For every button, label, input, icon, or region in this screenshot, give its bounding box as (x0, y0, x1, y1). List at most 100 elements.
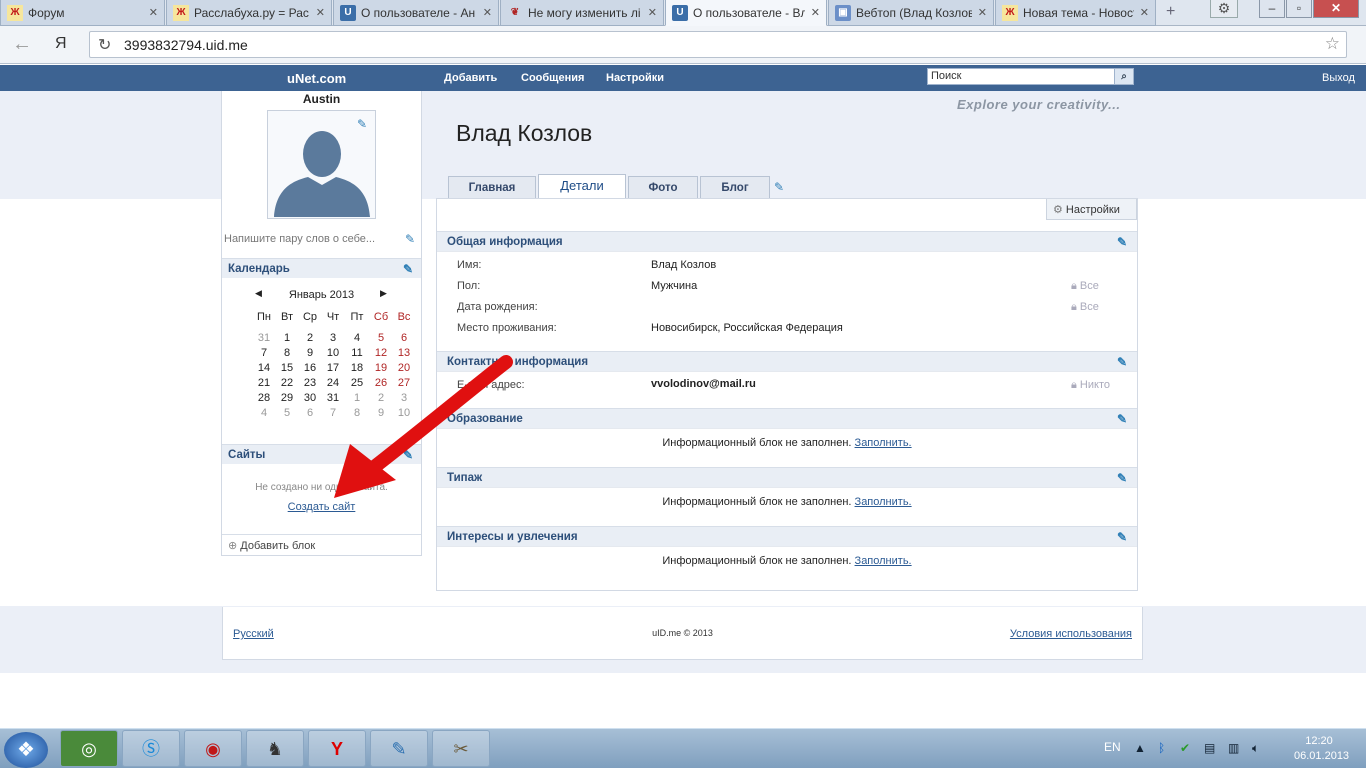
calendar-day[interactable]: 9 (299, 347, 321, 359)
browser-settings-gear-icon[interactable]: ⚙ (1210, 0, 1238, 18)
security-icon[interactable]: ✔ (1180, 741, 1190, 755)
calendar-day[interactable]: 3 (393, 392, 415, 404)
language-indicator[interactable]: EN (1104, 740, 1121, 754)
close-icon[interactable]: ✕ (477, 6, 492, 19)
address-bar[interactable]: ↻ 3993832794.uid.me ☆ (89, 31, 1347, 58)
calendar-day[interactable]: 14 (253, 362, 275, 374)
calendar-day[interactable]: 4 (346, 332, 368, 344)
url-text[interactable]: 3993832794.uid.me (124, 37, 248, 53)
status-input[interactable]: Напишите пару слов о себе... (224, 233, 375, 245)
calendar-day[interactable]: 15 (276, 362, 298, 374)
browser-tab[interactable]: Ж Форум ✕ (0, 0, 165, 26)
calendar-day[interactable]: 6 (393, 332, 415, 344)
calendar-day[interactable]: 10 (393, 407, 415, 419)
edit-contact-pencil-icon[interactable]: ✎ (1117, 356, 1129, 368)
close-icon[interactable]: ✕ (143, 6, 158, 19)
nav-add-link[interactable]: Добавить (444, 72, 497, 84)
fill-education-link[interactable]: Заполнить. (855, 437, 912, 449)
start-button[interactable]: ❖ (4, 732, 48, 768)
avatar[interactable]: ✎ (267, 110, 376, 219)
close-icon[interactable]: ✕ (642, 6, 657, 19)
calendar-day[interactable]: 6 (299, 407, 321, 419)
calendar-day[interactable]: 12 (370, 347, 392, 359)
close-icon[interactable]: ✕ (972, 6, 987, 19)
calendar-day[interactable]: 16 (299, 362, 321, 374)
calendar-day[interactable]: 17 (322, 362, 344, 374)
nav-settings-link[interactable]: Настройки (606, 72, 664, 84)
calendar-day[interactable]: 31 (322, 392, 344, 404)
yandex-icon[interactable]: Я (55, 35, 67, 53)
calendar-day[interactable]: 3 (322, 332, 344, 344)
calendar-day[interactable]: 24 (322, 377, 344, 389)
calendar-day[interactable]: 4 (253, 407, 275, 419)
calendar-day[interactable]: 8 (276, 347, 298, 359)
calendar-day[interactable]: 10 (322, 347, 344, 359)
browser-tab[interactable]: Ж Новая тема - Новост ✕ (995, 0, 1156, 26)
skype-icon[interactable]: Ⓢ (122, 730, 180, 767)
calendar-day[interactable]: 18 (346, 362, 368, 374)
tray-expand-icon[interactable]: ▲ (1134, 741, 1146, 755)
calendar-day[interactable]: 8 (346, 407, 368, 419)
gender-privacy[interactable]: 🔒︎ Все (1071, 280, 1099, 293)
calendar-day[interactable]: 19 (370, 362, 392, 374)
calendar-day[interactable]: 20 (393, 362, 415, 374)
site-brand-link[interactable]: uNet.com (287, 71, 346, 86)
browser-tab[interactable]: ❦ Не могу изменить лі ✕ (500, 0, 664, 26)
tab-photo[interactable]: Фото (628, 176, 698, 199)
edit-sites-pencil-icon[interactable]: ✎ (403, 449, 415, 461)
add-block-button[interactable]: ⊕ Добавить блок (222, 534, 421, 556)
calendar-day[interactable]: 5 (276, 407, 298, 419)
birthdate-privacy[interactable]: 🔒︎ Все (1071, 301, 1099, 314)
close-icon[interactable]: ✕ (805, 6, 820, 19)
counter-strike-icon[interactable]: ♞ (246, 730, 304, 767)
calendar-day[interactable]: 25 (346, 377, 368, 389)
browser-tab[interactable]: ▣ Вебтоп (Влад Козлов ✕ (828, 0, 994, 26)
calendar-day[interactable]: 27 (393, 377, 415, 389)
edit-general-pencil-icon[interactable]: ✎ (1117, 236, 1129, 248)
close-icon[interactable]: ✕ (1134, 6, 1149, 19)
bookmark-star-icon[interactable]: ☆ (1325, 34, 1340, 54)
email-privacy[interactable]: 🔒︎ Никто (1071, 379, 1110, 392)
network-icon[interactable]: ▤ (1204, 741, 1215, 755)
nav-messages-link[interactable]: Сообщения (521, 72, 584, 84)
calendar-day[interactable]: 28 (253, 392, 275, 404)
calendar-day[interactable]: 13 (393, 347, 415, 359)
back-arrow-icon[interactable]: ← (12, 33, 32, 56)
reload-icon[interactable]: ↻ (98, 35, 111, 55)
calendar-day[interactable]: 23 (299, 377, 321, 389)
browser-tab[interactable]: U О пользователе - Ан ✕ (333, 0, 499, 26)
calendar-day[interactable]: 11 (346, 347, 368, 359)
calendar-day[interactable]: 29 (276, 392, 298, 404)
gimp-icon[interactable]: ✂ (432, 730, 490, 767)
volume-icon[interactable]: 🔈︎ (1252, 741, 1259, 756)
device-icon[interactable]: ▥ (1228, 741, 1239, 755)
tab-details[interactable]: Детали (538, 174, 626, 198)
logout-link[interactable]: Выход (1322, 72, 1355, 84)
calendar-day[interactable]: 30 (299, 392, 321, 404)
calendar-day[interactable]: 22 (276, 377, 298, 389)
calendar-day[interactable]: 26 (370, 377, 392, 389)
tab-main[interactable]: Главная (448, 176, 536, 199)
calendar-day[interactable]: 7 (253, 347, 275, 359)
calendar-day[interactable]: 1 (276, 332, 298, 344)
maximize-button[interactable]: ▫ (1286, 0, 1312, 18)
window-close-button[interactable]: ✕ (1313, 0, 1359, 18)
settings-button[interactable]: ⚙ Настройки (1046, 199, 1137, 220)
calendar-day[interactable]: 1 (346, 392, 368, 404)
bluetooth-icon[interactable]: ᛒ (1158, 741, 1165, 755)
search-icon[interactable]: ⌕ (1114, 68, 1134, 85)
edit-avatar-pencil-icon[interactable]: ✎ (357, 118, 369, 130)
steam-icon[interactable]: ◎ (60, 730, 118, 767)
calendar-day[interactable]: 31 (253, 332, 275, 344)
edit-calendar-pencil-icon[interactable]: ✎ (403, 263, 415, 275)
calendar-day[interactable]: 9 (370, 407, 392, 419)
calendar-day[interactable]: 2 (370, 392, 392, 404)
new-tab-button[interactable]: + (1166, 3, 1175, 21)
redwing-icon[interactable]: ◉ (184, 730, 242, 767)
calendar-day[interactable]: 5 (370, 332, 392, 344)
edit-type-pencil-icon[interactable]: ✎ (1117, 472, 1129, 484)
browser-tab[interactable]: Ж Расслабуха.ру = Рас ✕ (166, 0, 332, 26)
notepad-icon[interactable]: ✎ (370, 730, 428, 767)
fill-type-link[interactable]: Заполнить. (855, 496, 912, 508)
edit-status-pencil-icon[interactable]: ✎ (405, 233, 417, 245)
